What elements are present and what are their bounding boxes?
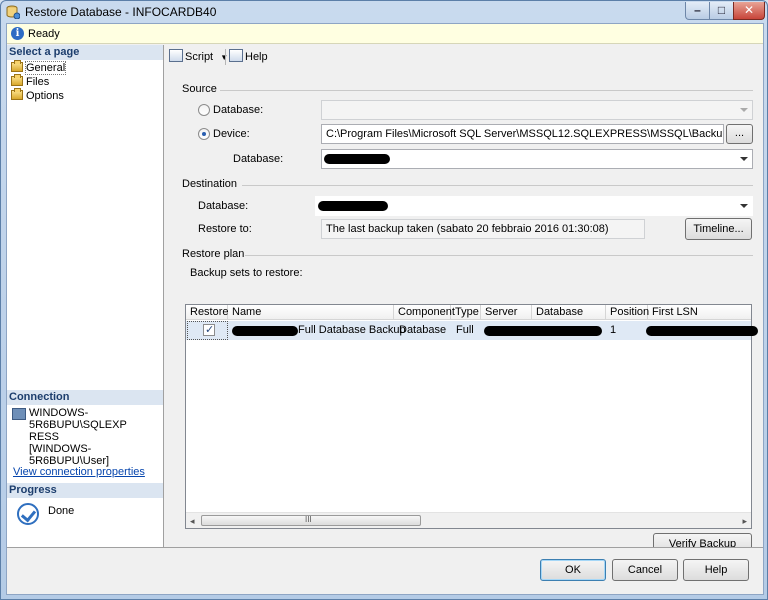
column-header-first-lsn[interactable]: First LSN <box>648 305 751 320</box>
help-label: Help <box>245 51 268 63</box>
redacted-value <box>646 326 758 336</box>
column-header-restore[interactable]: Restore <box>186 305 229 320</box>
ok-button[interactable]: OK <box>540 559 606 581</box>
chevron-down-icon <box>740 108 748 112</box>
script-icon <box>169 49 183 62</box>
help-toolbar-button[interactable]: Help <box>229 49 268 65</box>
source-backup-database-dropdown[interactable] <box>321 149 753 169</box>
select-page-header: Select a page <box>7 45 163 60</box>
toolbar-separator <box>225 49 226 65</box>
database-restore-icon <box>6 5 20 19</box>
page-folder-icon <box>11 88 23 100</box>
timeline-button[interactable]: Timeline... <box>685 218 752 240</box>
title-bar[interactable]: Restore Database - INFOCARDB40 – □ ✕ <box>1 1 767 23</box>
page-item-label: Files <box>26 76 50 88</box>
destination-database-label: Database: <box>198 200 249 212</box>
device-path-field[interactable]: C:\Program Files\Microsoft SQL Server\MS… <box>321 124 724 144</box>
dialog-footer: OK Cancel Help <box>7 547 763 594</box>
connection-header: Connection <box>7 390 163 405</box>
help-button[interactable]: Help <box>683 559 749 581</box>
status-text: Ready <box>28 28 60 40</box>
redacted-value <box>318 201 388 211</box>
status-bar: i Ready <box>7 24 763 44</box>
redacted-value <box>232 326 298 336</box>
column-header-type[interactable]: Type <box>451 305 481 320</box>
section-divider <box>245 255 753 256</box>
table-row[interactable]: Full Database Backup Database Full 1 <box>186 321 758 340</box>
close-button[interactable]: ✕ <box>733 2 765 20</box>
view-connection-properties-link[interactable]: View connection properties <box>13 466 145 478</box>
page-folder-icon <box>11 60 23 72</box>
progress-status: Done <box>48 505 75 517</box>
browse-device-button[interactable]: ... <box>726 124 753 144</box>
connection-line: WINDOWS-5R6BUPU\SQLEXP <box>29 407 127 431</box>
help-icon <box>229 49 243 62</box>
minimize-button[interactable]: – <box>685 2 710 20</box>
done-check-icon <box>17 503 39 525</box>
row-component: Database <box>399 324 447 336</box>
right-panel: Script ▼ Help Source Database: Device: C… <box>165 45 763 570</box>
progress-header: Progress <box>7 483 163 498</box>
database-radio-label: Database: <box>213 104 264 116</box>
scroll-right-icon[interactable]: ▸ <box>742 516 747 527</box>
script-label: Script <box>185 51 214 63</box>
row-name: Full Database Backup <box>298 324 406 336</box>
chevron-down-icon <box>740 204 748 208</box>
page-item-label: General <box>24 61 67 75</box>
redacted-value <box>484 326 602 336</box>
window-title: Restore Database - INFOCARDB40 <box>25 5 217 19</box>
close-icon: ✕ <box>743 3 755 17</box>
cancel-button[interactable]: Cancel <box>612 559 678 581</box>
chevron-down-icon <box>740 157 748 161</box>
database-radio[interactable] <box>198 104 210 116</box>
redacted-value <box>324 154 390 164</box>
column-header-server[interactable]: Server <box>481 305 532 320</box>
scroll-thumb[interactable]: III <box>201 515 421 526</box>
device-radio-label: Device: <box>213 128 250 140</box>
scroll-grip: III <box>305 515 312 524</box>
row-position: 1 <box>610 324 617 336</box>
destination-section-header: Destination <box>182 178 238 190</box>
restore-to-field: The last backup taken (sabato 20 febbrai… <box>321 219 645 239</box>
row-type: Full <box>456 324 474 336</box>
restore-to-label: Restore to: <box>198 223 252 235</box>
dialog-client-area: i Ready Select a page General Files Opti… <box>6 23 764 595</box>
source-section-header: Source <box>182 83 217 95</box>
maximize-icon: □ <box>717 3 726 17</box>
minimize-icon: – <box>694 3 701 17</box>
page-item-label: Options <box>26 90 64 102</box>
connection-line: [WINDOWS-5R6BUPU\User] <box>29 443 110 467</box>
section-divider <box>220 90 753 91</box>
script-button[interactable]: Script ▼ <box>169 49 228 65</box>
column-header-component[interactable]: Component <box>394 305 455 320</box>
server-connection-icon <box>12 408 26 420</box>
page-folder-icon <box>11 74 23 86</box>
scroll-left-icon[interactable]: ◂ <box>190 516 195 527</box>
info-icon: i <box>11 27 24 40</box>
destination-database-dropdown[interactable] <box>315 196 753 216</box>
maximize-button[interactable]: □ <box>709 2 734 20</box>
source-database-label: Database: <box>233 153 284 165</box>
grid-header: Restore Name Component Type Server Datab… <box>186 305 751 320</box>
column-header-name[interactable]: Name <box>228 305 394 320</box>
column-header-database[interactable]: Database <box>532 305 606 320</box>
connection-info: WINDOWS-5R6BUPU\SQLEXP RESS [WINDOWS-5R6… <box>29 407 161 467</box>
source-database-dropdown[interactable] <box>321 100 753 120</box>
restore-database-window: Restore Database - INFOCARDB40 – □ ✕ i R… <box>0 0 768 600</box>
page-item-options[interactable]: Options <box>11 88 64 103</box>
column-header-position[interactable]: Position <box>606 305 649 320</box>
backup-sets-label: Backup sets to restore: <box>190 267 303 279</box>
horizontal-scrollbar[interactable]: ◂ III ▸ <box>186 512 751 528</box>
left-panel: Select a page General Files Options Conn… <box>7 45 164 547</box>
device-radio[interactable] <box>198 128 210 140</box>
focused-cell <box>187 321 228 340</box>
backup-sets-grid: Restore Name Component Type Server Datab… <box>185 304 758 529</box>
section-divider <box>242 185 753 186</box>
connection-line: RESS <box>29 431 59 443</box>
restore-plan-section-header: Restore plan <box>182 248 245 260</box>
